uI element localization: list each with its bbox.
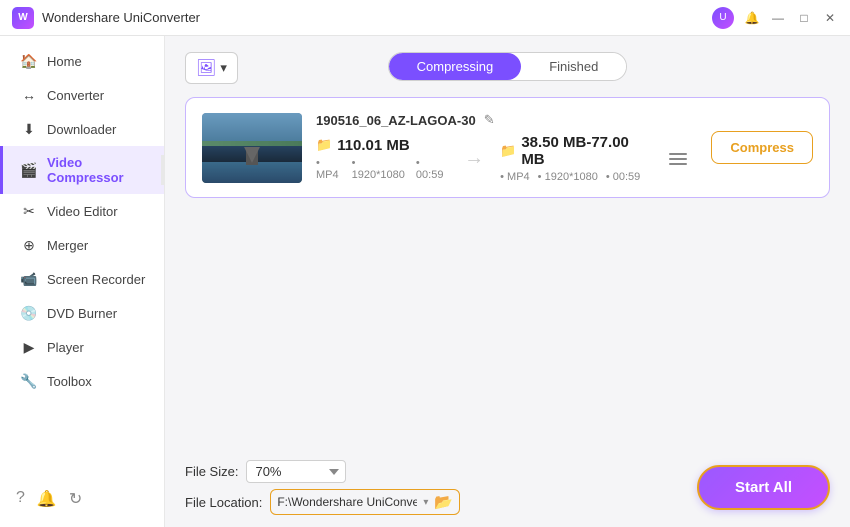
content-area: 🖼 ▾ Compressing Finished 19 xyxy=(165,36,850,527)
add-files-button[interactable]: 🖼 ▾ xyxy=(185,52,238,84)
title-bar-left: W Wondershare UniConverter xyxy=(12,7,200,29)
toolbox-icon: 🔧 xyxy=(21,373,37,389)
main-layout: 🏠 Home ↔ Converter ⬇ Downloader 🎬 Video … xyxy=(0,36,850,527)
bell-icon[interactable]: 🔔 xyxy=(37,489,57,509)
source-size: 📁 110.01 MB xyxy=(316,137,448,154)
file-location-label: File Location: xyxy=(185,495,262,510)
sidebar-item-converter[interactable]: ↔ Converter xyxy=(0,78,164,112)
sidebar-item-label: Toolbox xyxy=(47,374,92,389)
sidebar: 🏠 Home ↔ Converter ⬇ Downloader 🎬 Video … xyxy=(0,36,165,527)
sidebar-item-home[interactable]: 🏠 Home xyxy=(0,44,164,78)
sidebar-item-label: Merger xyxy=(47,238,88,253)
converter-icon: ↔ xyxy=(21,87,37,103)
source-size-block: 📁 110.01 MB • MP4 • 1920*1080 • 00:59 xyxy=(316,137,448,181)
file-card: 190516_06_AZ-LAGOA-30 ✎ 📁 110.01 MB • MP… xyxy=(185,97,830,198)
compress-file-button[interactable]: Compress xyxy=(711,131,813,164)
target-size-block: 📁 38.50 MB-77.00 MB • MP4 • 1920*1080 • … xyxy=(500,134,647,183)
sidebar-item-label: Screen Recorder xyxy=(47,272,145,287)
tabs-row: 🖼 ▾ Compressing Finished xyxy=(185,52,830,81)
sidebar-item-label: Downloader xyxy=(47,122,116,137)
file-location-row: File Location: F:\Wondershare UniConvert… xyxy=(185,489,460,515)
sidebar-item-label: DVD Burner xyxy=(47,306,117,321)
target-size: 📁 38.50 MB-77.00 MB xyxy=(500,134,647,168)
source-format: • MP4 xyxy=(316,157,344,181)
bottom-bar: File Size: 70% 50% 80% 90% File Location… xyxy=(165,448,850,527)
app-title: Wondershare UniConverter xyxy=(42,10,200,25)
file-name: 190516_06_AZ-LAGOA-30 xyxy=(316,113,476,128)
sidebar-item-video-compressor[interactable]: 🎬 Video Compressor ‹ xyxy=(0,146,164,194)
target-folder-icon: 📁 xyxy=(500,143,516,159)
home-icon: 🏠 xyxy=(21,53,37,69)
video-compressor-icon: 🎬 xyxy=(21,162,37,178)
file-sizes-row: 📁 110.01 MB • MP4 • 1920*1080 • 00:59 → xyxy=(316,134,697,183)
screen-recorder-icon: 📹 xyxy=(21,271,37,287)
start-all-button[interactable]: Start All xyxy=(697,465,830,510)
location-folder-icon[interactable]: 📂 xyxy=(434,493,453,511)
merger-icon: ⊕ xyxy=(21,237,37,253)
app-icon: W xyxy=(12,7,34,29)
file-info: 190516_06_AZ-LAGOA-30 ✎ 📁 110.01 MB • MP… xyxy=(316,112,697,183)
title-bar-controls: U 🔔 — □ ✕ xyxy=(712,7,838,29)
help-icon[interactable]: ? xyxy=(16,489,25,509)
file-size-row: File Size: 70% 50% 80% 90% xyxy=(185,460,460,483)
file-name-row: 190516_06_AZ-LAGOA-30 ✎ xyxy=(316,112,697,128)
add-button-dropdown-icon: ▾ xyxy=(220,60,227,76)
sidebar-item-video-editor[interactable]: ✂ Video Editor xyxy=(0,194,164,228)
file-location-select[interactable]: F:\Wondershare UniConverte xyxy=(277,495,417,509)
sidebar-item-label: Video Compressor xyxy=(47,155,146,185)
source-duration: • 00:59 xyxy=(416,157,448,181)
sidebar-item-toolbox[interactable]: 🔧 Toolbox xyxy=(0,364,164,398)
source-meta: • MP4 • 1920*1080 • 00:59 xyxy=(316,157,448,181)
sidebar-item-label: Video Editor xyxy=(47,204,118,219)
source-resolution: • 1920*1080 xyxy=(352,157,408,181)
location-dropdown-icon: ▾ xyxy=(423,497,428,508)
location-box: F:\Wondershare UniConverte ▾ 📂 xyxy=(270,489,460,515)
settings-icon-button[interactable] xyxy=(665,149,691,169)
notification-button[interactable]: 🔔 xyxy=(744,10,760,26)
maximize-button[interactable]: □ xyxy=(796,10,812,26)
file-size-label: File Size: xyxy=(185,464,238,479)
sidebar-item-label: Home xyxy=(47,54,82,69)
sidebar-item-label: Player xyxy=(47,340,84,355)
arrow-icon: → xyxy=(464,147,484,170)
target-resolution: • 1920*1080 xyxy=(538,171,598,183)
file-edit-icon[interactable]: ✎ xyxy=(484,112,495,128)
player-icon: ▶ xyxy=(21,339,37,355)
minimize-button[interactable]: — xyxy=(770,10,786,26)
sidebar-item-downloader[interactable]: ⬇ Downloader xyxy=(0,112,164,146)
add-icon: 🖼 xyxy=(196,58,216,78)
file-size-select[interactable]: 70% 50% 80% 90% xyxy=(246,460,346,483)
dvd-burner-icon: 💿 xyxy=(21,305,37,321)
target-meta: • MP4 • 1920*1080 • 00:59 xyxy=(500,171,647,183)
downloader-icon: ⬇ xyxy=(21,121,37,137)
sidebar-footer: ? 🔔 ↻ xyxy=(0,479,164,519)
target-format: • MP4 xyxy=(500,171,530,183)
video-editor-icon: ✂ xyxy=(21,203,37,219)
source-folder-icon: 📁 xyxy=(316,137,332,153)
tab-compressing[interactable]: Compressing xyxy=(389,53,522,80)
bottom-left: File Size: 70% 50% 80% 90% File Location… xyxy=(185,460,460,515)
refresh-icon[interactable]: ↻ xyxy=(69,489,82,509)
sidebar-item-label: Converter xyxy=(47,88,104,103)
sidebar-item-player[interactable]: ▶ Player xyxy=(0,330,164,364)
file-thumbnail xyxy=(202,113,302,183)
close-button[interactable]: ✕ xyxy=(822,10,838,26)
title-bar: W Wondershare UniConverter U 🔔 — □ ✕ xyxy=(0,0,850,36)
tab-finished[interactable]: Finished xyxy=(521,53,626,80)
sidebar-item-screen-recorder[interactable]: 📹 Screen Recorder xyxy=(0,262,164,296)
sidebar-item-merger[interactable]: ⊕ Merger xyxy=(0,228,164,262)
tabs-container: Compressing Finished xyxy=(388,52,628,81)
sidebar-item-dvd-burner[interactable]: 💿 DVD Burner xyxy=(0,296,164,330)
user-avatar-button[interactable]: U xyxy=(712,7,734,29)
target-duration: • 00:59 xyxy=(606,171,640,183)
